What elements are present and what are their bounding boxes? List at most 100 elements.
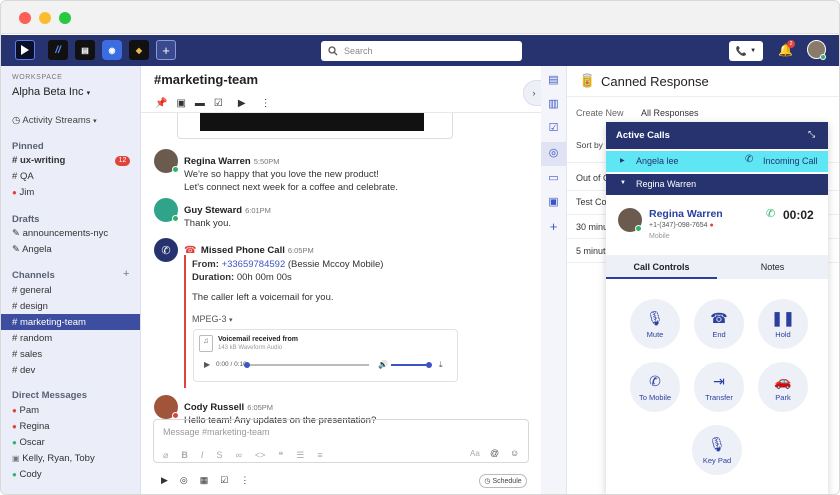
task-icon[interactable]: ☑ — [220, 475, 228, 486]
database-icon[interactable]: ◎ — [180, 475, 188, 486]
folder-icon[interactable]: ▬ — [195, 98, 205, 109]
video-icon[interactable]: ▶ — [161, 475, 168, 486]
notes-icon[interactable]: ▥ — [547, 98, 560, 111]
message-text: Thank you. — [184, 218, 231, 229]
audio-progress-knob[interactable] — [244, 362, 250, 368]
maximize-window-button[interactable] — [59, 12, 71, 24]
activity-streams-link[interactable]: ◷ Activity Streams ▾ — [12, 115, 97, 126]
app-2-icon[interactable]: // — [48, 40, 68, 60]
play-button[interactable]: ▶ — [204, 360, 210, 369]
channel-toolbar: 📌 ▣ ▬ ☑ ▶ ⋮ — [155, 98, 271, 109]
volume-slider[interactable] — [391, 364, 429, 366]
transfer-button[interactable]: ⇥ Transfer — [694, 362, 744, 412]
call-row-regina[interactable]: ▼ Regina Warren — [606, 174, 828, 195]
task-icon[interactable]: ☑ — [214, 98, 223, 109]
dm-item-pam[interactable]: ● Pam — [12, 405, 39, 416]
workspace-name[interactable]: Alpha Beta Inc ▾ — [12, 86, 90, 98]
app-4-icon[interactable]: ◉ — [102, 40, 122, 60]
emoji-icon[interactable]: ☺ — [510, 448, 519, 458]
quote-icon[interactable]: ❝ — [278, 450, 283, 461]
format-selector[interactable]: MPEG-3 ▾ — [192, 313, 383, 328]
online-status-dot — [172, 166, 179, 173]
strikethrough-icon[interactable]: S — [216, 450, 222, 461]
keypad-button[interactable]: 🎙 Key Pad — [692, 425, 742, 475]
workspace-label: WORKSPACE — [12, 74, 63, 81]
volume-icon[interactable]: 🔊 — [378, 360, 388, 369]
message-author[interactable]: Cody Russell — [184, 402, 244, 413]
add-channel-button[interactable]: + — [123, 268, 129, 280]
mention-icon[interactable]: @ — [490, 448, 499, 458]
link-icon[interactable]: ∞ — [235, 450, 241, 461]
image-preview[interactable] — [200, 113, 424, 131]
canned-item[interactable]: Out of O — [576, 173, 610, 183]
canned-response-icon[interactable]: ◎ — [547, 147, 560, 160]
phone-dropdown-button[interactable]: 📞 ▼ — [729, 41, 763, 61]
message-author[interactable]: Regina Warren — [184, 156, 251, 167]
sidebar-item-angela[interactable]: ✎ Angela — [12, 244, 52, 255]
sidebar-item-design[interactable]: # design — [12, 301, 48, 312]
hold-button[interactable]: ❚❚ Hold — [758, 299, 808, 349]
bullet-list-icon[interactable]: ☰ — [296, 450, 304, 461]
sidebar-item-general[interactable]: # general — [12, 285, 52, 296]
audio-progress[interactable] — [246, 364, 369, 366]
schedule-button[interactable]: ◷ Schedule — [479, 474, 527, 488]
sidebar-item-sales[interactable]: # sales — [12, 349, 42, 360]
add-app-icon[interactable]: + — [547, 220, 560, 233]
tab-create-new[interactable]: Create New — [576, 108, 624, 118]
numbered-list-icon[interactable]: ≡ — [317, 450, 322, 461]
transfer-icon: ⇥ — [713, 372, 725, 389]
more-icon[interactable]: ⋮ — [240, 475, 249, 486]
download-icon[interactable]: ⤓ — [439, 360, 443, 370]
pin-icon[interactable]: 📌 — [155, 98, 167, 109]
message-author[interactable]: Guy Steward — [184, 205, 242, 216]
contacts-icon[interactable]: ▣ — [547, 196, 560, 209]
caret-down-icon: ▼ — [620, 180, 626, 186]
message-composer[interactable]: Message #marketing-team ⌀ B I S ∞ <> ❝ ☰… — [153, 419, 529, 463]
code-icon[interactable]: <> — [255, 450, 266, 461]
dm-item-cody[interactable]: ● Cody — [12, 469, 42, 480]
dm-item-oscar[interactable]: ● Oscar — [12, 437, 45, 448]
end-call-button[interactable]: ☎ End — [694, 299, 744, 349]
sidebar-item-announcements-nyc[interactable]: ✎ announcements-nyc — [12, 228, 108, 239]
mute-button[interactable]: 🎙 Mute — [630, 299, 680, 349]
minimize-window-button[interactable] — [39, 12, 51, 24]
bold-icon[interactable]: B — [181, 450, 188, 461]
volume-knob[interactable] — [426, 362, 432, 368]
sidebar-item-jim[interactable]: ● Jim — [12, 187, 34, 198]
image-preview-frame — [177, 113, 453, 139]
checklist-icon[interactable]: ☑ — [547, 122, 560, 135]
dm-item-kelly-ryan-toby[interactable]: ▣ Kelly, Ryan, Toby — [12, 453, 95, 464]
app-5-icon[interactable]: ◆ — [129, 40, 149, 60]
minimize-icon[interactable]: ⤡ — [808, 129, 815, 140]
canned-item[interactable]: 30 minu — [576, 222, 608, 232]
phone-icon: ✆ — [766, 208, 776, 220]
caller-number-link[interactable]: +33659784592 — [222, 259, 286, 270]
to-mobile-button[interactable]: ✆ To Mobile — [630, 362, 680, 412]
ringcentral-app-icon[interactable] — [15, 40, 35, 60]
app-3-icon[interactable]: ▤ — [75, 40, 95, 60]
italic-icon[interactable]: I — [201, 450, 204, 461]
tab-call-controls[interactable]: Call Controls — [606, 255, 717, 279]
canned-item[interactable]: 5 minut — [576, 246, 606, 256]
tab-notes[interactable]: Notes — [717, 255, 828, 279]
attach-icon[interactable]: ⌀ — [163, 450, 168, 461]
folder-icon[interactable]: ▭ — [547, 172, 560, 185]
chart-icon[interactable]: ▦ — [200, 475, 209, 486]
sidebar-item-qa[interactable]: # QA — [12, 171, 34, 182]
add-app-button[interactable]: + — [156, 40, 176, 60]
more-icon[interactable]: ⋮ — [261, 98, 271, 109]
sidebar-item-random[interactable]: # random — [12, 333, 52, 344]
video-icon[interactable]: ▶ — [238, 98, 246, 109]
sidebar-item-ux-writing[interactable]: # ux-writing — [12, 155, 65, 166]
tab-all-responses[interactable]: All Responses — [641, 108, 699, 118]
close-window-button[interactable] — [19, 12, 31, 24]
park-button[interactable]: 🚗 Park — [758, 362, 808, 412]
printer-icon[interactable]: ▤ — [547, 74, 560, 87]
sort-label[interactable]: Sort by — [576, 140, 603, 150]
text-format-icon[interactable]: Aa — [470, 449, 480, 458]
call-row-angela[interactable]: ▶ Angela lee ✆ Incoming Call — [606, 151, 828, 172]
sidebar-item-dev[interactable]: # dev — [12, 365, 35, 376]
dm-item-regina[interactable]: ● Regina — [12, 421, 50, 432]
contact-card-icon[interactable]: ▣ — [176, 98, 185, 109]
search-input[interactable]: Search — [321, 41, 522, 61]
